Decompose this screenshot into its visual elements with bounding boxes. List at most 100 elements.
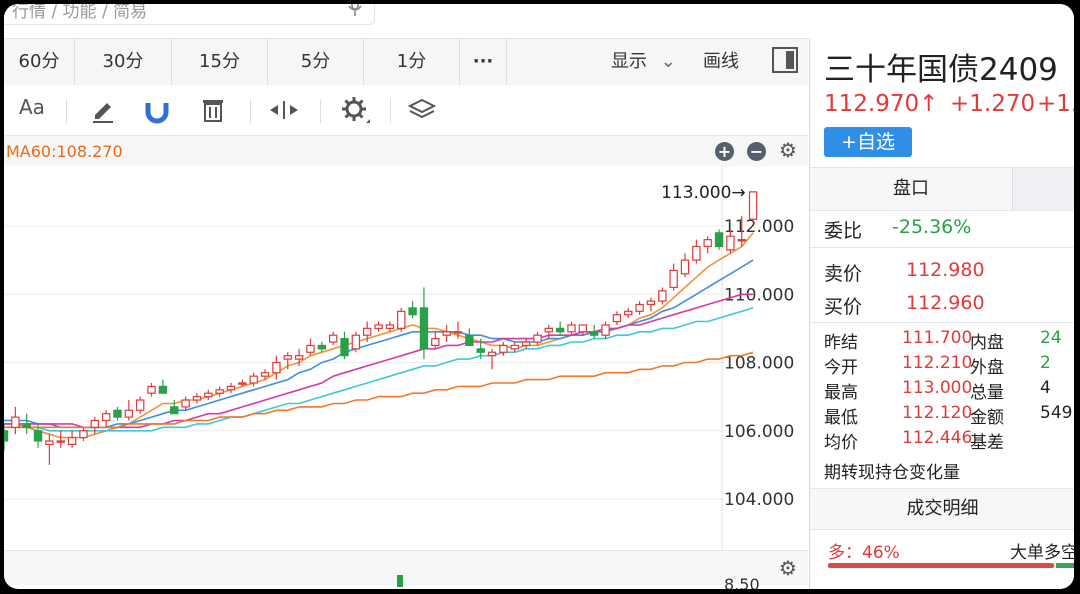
magnet-icon[interactable] xyxy=(144,95,170,125)
candle-body xyxy=(510,344,519,350)
candle-body xyxy=(465,334,474,347)
period-60min[interactable]: 60分 xyxy=(4,39,75,85)
candle-body xyxy=(635,303,644,312)
candle-body xyxy=(4,430,9,442)
draw-line-button[interactable]: 画线 xyxy=(703,39,739,85)
app-window: 行情 / 功能 / 简易 60分 30分 15分 5分 1分 ··· 显示 ⌄ … xyxy=(4,4,1074,589)
stat-value: 111.700 xyxy=(902,328,973,348)
stat-label: 均价 xyxy=(824,433,858,453)
candle-body xyxy=(612,314,622,323)
candle-body xyxy=(431,338,440,347)
stat-label-2: 金额 xyxy=(970,408,1004,428)
divider xyxy=(810,322,1074,323)
y-tick-label: 110.000 xyxy=(724,285,794,305)
candle-body xyxy=(544,327,554,333)
stock-change-pct: +1.1 xyxy=(1037,91,1074,117)
stock-name: 三十年国债2409 xyxy=(824,52,1058,88)
stat-label-2: 总量 xyxy=(970,383,1004,403)
candle-body xyxy=(226,385,236,391)
drawing-toolbar: Aa xyxy=(4,85,808,136)
ma60-label: MA60:108.270 xyxy=(6,142,123,161)
stat-label-2: 基差 xyxy=(970,433,1004,453)
candle-body xyxy=(555,327,565,333)
chart-settings-gear-icon[interactable]: ⚙ xyxy=(779,138,797,162)
stat-label: 昨结 xyxy=(824,333,858,353)
candle-body xyxy=(181,399,190,408)
period-30min[interactable]: 30分 xyxy=(75,39,172,85)
gear-icon[interactable] xyxy=(340,95,370,125)
period-1min[interactable]: 1分 xyxy=(364,39,460,85)
fit-width-icon[interactable] xyxy=(268,95,300,125)
stock-price: 112.970↑ xyxy=(824,91,939,117)
candle-body xyxy=(351,334,361,350)
stat-value: 112.120 xyxy=(902,403,973,423)
candle-body xyxy=(680,259,690,275)
stat-value-2: 4 xyxy=(1040,378,1051,398)
zoom-in-icon[interactable]: + xyxy=(715,142,734,161)
candle-body xyxy=(204,392,213,398)
period-15min[interactable]: 15分 xyxy=(172,39,268,85)
breadcrumb[interactable]: 行情 / 功能 / 简易 xyxy=(12,4,147,22)
candlestick-chart[interactable]: 112.000110.000108.000106.000104.000113.0… xyxy=(4,166,808,549)
candle-body xyxy=(499,344,508,353)
y-tick-label: 106.000 xyxy=(724,422,794,442)
subchart-header: ⚙ 8.50 xyxy=(4,550,808,589)
candle-body xyxy=(113,409,122,418)
pencil-icon[interactable] xyxy=(90,95,116,125)
font-size-button[interactable]: Aa xyxy=(19,95,45,125)
candle-body xyxy=(419,307,429,350)
panel-toggle-icon[interactable] xyxy=(772,47,798,73)
ma-legend-bar: MA60:108.270 + − ⚙ xyxy=(4,136,808,166)
tab-secondary[interactable] xyxy=(1013,168,1074,210)
tab-order-book[interactable]: 盘口 xyxy=(810,168,1013,210)
candle-body xyxy=(67,436,77,446)
stat-label: 最高 xyxy=(824,383,858,403)
add-watchlist-button[interactable]: +自选 xyxy=(824,127,912,157)
y-tick-label: 112.000 xyxy=(724,217,794,237)
toolbar-divider xyxy=(250,99,251,123)
candle-body xyxy=(385,324,395,329)
stat-value: 113.000 xyxy=(902,378,973,398)
toolbar-divider xyxy=(66,99,67,123)
candle-body xyxy=(363,327,372,336)
candle-body xyxy=(408,307,417,316)
candle-body xyxy=(658,290,667,302)
trash-icon[interactable] xyxy=(200,95,226,125)
candle-body xyxy=(374,324,383,329)
microphone-icon[interactable] xyxy=(348,4,362,18)
candle-body xyxy=(589,331,599,336)
display-label: 显示 xyxy=(611,51,647,72)
panel-tabs: 盘口 xyxy=(810,167,1074,211)
candle-body xyxy=(306,344,315,353)
candle-body xyxy=(79,430,88,439)
ratio-label: 委比 xyxy=(824,220,863,242)
candle-body xyxy=(249,375,258,384)
big-order-label: 大单多空 xyxy=(1010,543,1074,563)
display-dropdown[interactable]: 显示 ⌄ xyxy=(611,39,676,85)
toolbar-divider xyxy=(320,99,321,123)
candle-body xyxy=(45,440,54,445)
subchart-axis-label: 8.50 xyxy=(724,575,760,589)
chevron-down-icon: ⌄ xyxy=(660,51,676,72)
stat-value: 112.210 xyxy=(902,353,973,373)
candle-body xyxy=(476,348,485,353)
zoom-out-icon[interactable]: − xyxy=(747,142,766,161)
subchart-settings-gear-icon[interactable]: ⚙ xyxy=(779,556,797,580)
candle-body xyxy=(317,344,327,350)
trade-detail-header[interactable]: 成交明细 xyxy=(810,488,1074,530)
volume-bar xyxy=(397,575,403,587)
candle-body xyxy=(726,235,735,251)
candle-body xyxy=(533,334,542,343)
stat-label: 最低 xyxy=(824,408,858,428)
candle-body xyxy=(238,382,247,385)
high-price-annotation: 113.000→ xyxy=(661,183,746,203)
more-periods-button[interactable]: ··· xyxy=(460,39,507,85)
candle-body xyxy=(283,355,292,360)
bid-label: 买价 xyxy=(824,296,863,318)
bull-bar xyxy=(828,563,1054,568)
bid-value: 112.960 xyxy=(906,292,985,314)
candle-body xyxy=(56,440,65,443)
layers-icon[interactable] xyxy=(408,95,436,125)
period-5min[interactable]: 5分 xyxy=(268,39,364,85)
period-bar: 60分 30分 15分 5分 1分 ··· 显示 ⌄ 画线 xyxy=(4,38,808,86)
